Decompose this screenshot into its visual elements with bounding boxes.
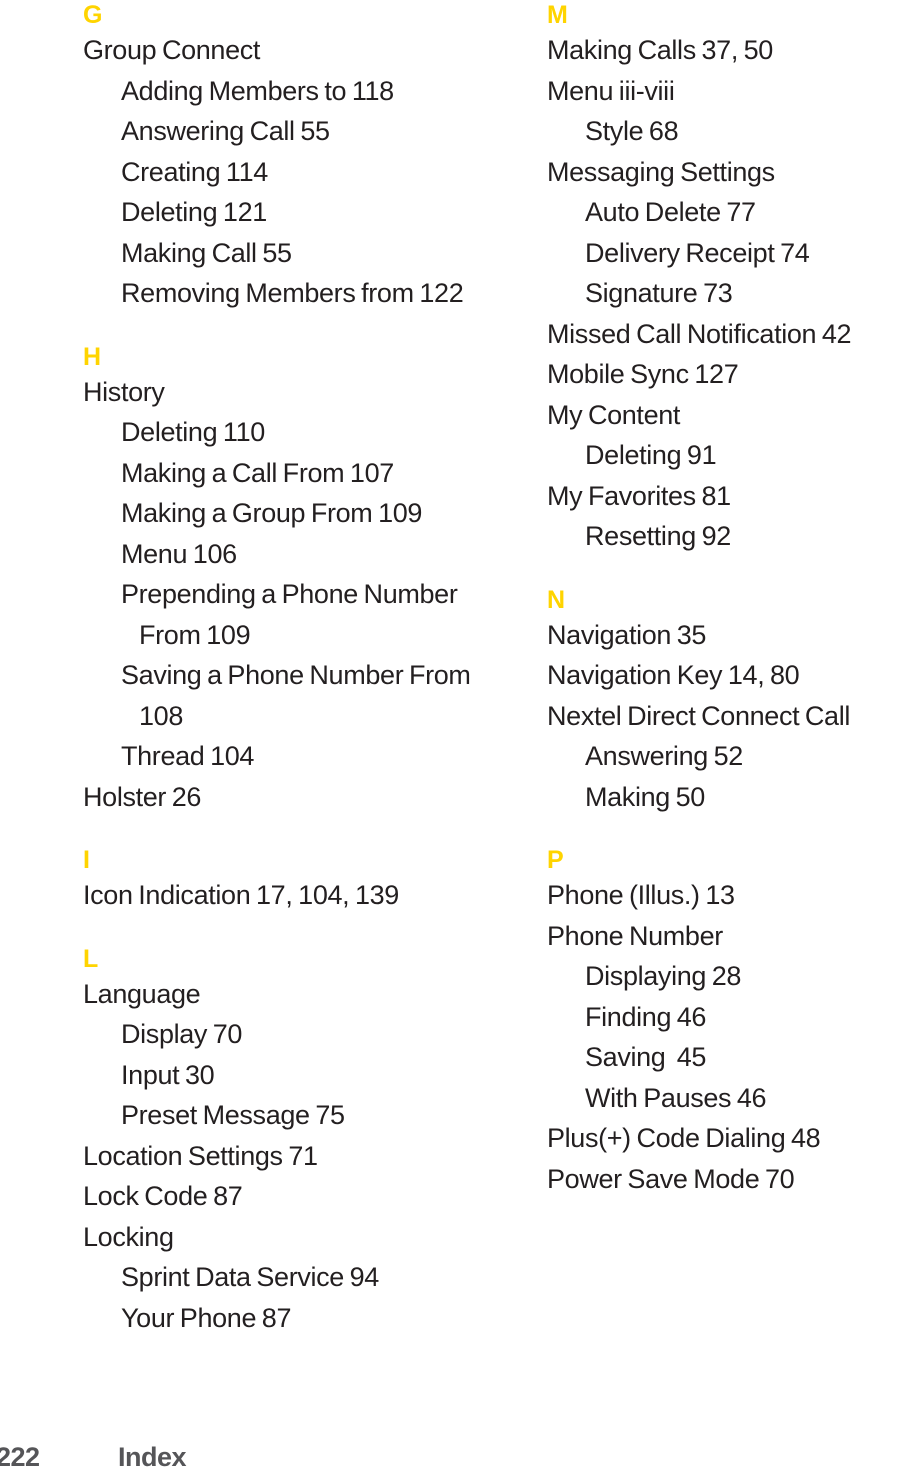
index-entry: Holster 26 <box>83 781 202 812</box>
index-entry: Language <box>83 978 201 1009</box>
section-letter-heading: I <box>83 846 91 874</box>
index-entry: Phone (Illus.) 13 <box>547 880 735 910</box>
index-entry: Lock Code 87 <box>83 1181 243 1211</box>
index-entry: Location Settings 71 <box>83 1140 318 1171</box>
index-subentry: Input 30 <box>121 1059 215 1090</box>
index-entry: Power Save Mode 70 <box>547 1163 795 1194</box>
section-letter-heading: G <box>83 1 103 29</box>
index-column-left: G Group Connect Adding Members to 118 Answe… <box>83 0 483 1338</box>
index-subentry: Saving a Phone Number From 108 <box>121 660 477 731</box>
index-subentry: Displaying 28 <box>585 961 742 991</box>
index-subentry: Answering Call 55 <box>121 116 330 146</box>
index-entry: My Favorites 81 <box>547 480 731 511</box>
index-subentry: With Pauses 46 <box>585 1082 767 1113</box>
index-subentry: Auto Delete 77 <box>585 197 756 227</box>
page-footer: 222 Index <box>0 1441 905 1476</box>
index-subentry: Thread 104 <box>121 741 255 771</box>
index-section-l: L Language Display 70 Input 30 Preset Messag… <box>83 944 483 1339</box>
index-subentry: Making a Call From 107 <box>121 457 394 488</box>
section-letter-heading: L <box>83 944 99 973</box>
index-section-n: N Navigation 35 Navigation Key 14, 80 Nexte… <box>547 585 905 818</box>
index-entry: Mobile Sync 127 <box>547 359 739 389</box>
index-subentry: Making a Group From 109 <box>121 498 423 528</box>
index-entry: Nextel Direct Connect Call <box>547 700 851 731</box>
index-subentry: Deleting 91 <box>585 440 717 470</box>
section-letter-heading: M <box>547 1 569 29</box>
index-subentry: Prepending a Phone Number From 109 <box>121 579 464 650</box>
index-column-right: M Making Calls 37, 50 Menu iii-viii Style 6… <box>547 0 905 1199</box>
index-entry: Locking <box>83 1221 174 1252</box>
index-subentry: Making 50 <box>585 781 705 812</box>
index-subentry: Creating 114 <box>121 156 268 187</box>
index-entry: Making Calls 37, 50 <box>547 35 773 65</box>
section-letter-heading: N <box>547 585 566 614</box>
index-section-p: P Phone (Illus.) 13 Phone Number Displaying… <box>547 845 905 1199</box>
index-subentry: Removing Members from 122 <box>121 278 464 308</box>
index-entry: My Content <box>547 399 681 430</box>
index-section-g: G Group Connect Adding Members to 118 Answe… <box>83 0 483 314</box>
index-subentry: Making Call 55 <box>121 237 292 268</box>
page-number: 222 <box>0 1442 40 1472</box>
index-subentry: Finding 46 <box>585 1001 707 1032</box>
index-subentry: Menu 106 <box>121 538 237 569</box>
index-page: G Group Connect Adding Members to 118 Answe… <box>0 0 905 1476</box>
index-subentry: Delivery Receipt 74 <box>585 237 810 268</box>
index-entry: Navigation Key 14, 80 <box>547 660 800 690</box>
index-entry: History <box>83 376 165 407</box>
index-subentry: Your Phone 87 <box>121 1302 292 1333</box>
index-subentry: Sprint Data Service 94 <box>121 1262 379 1292</box>
index-entry: Group Connect <box>83 35 261 65</box>
index-entry: Messaging Settings <box>547 156 775 187</box>
index-subentry: Answering 52 <box>585 741 743 771</box>
index-entry: Phone Number <box>547 920 723 951</box>
index-section-i: I Icon Indication 17, 104, 139 <box>83 845 483 916</box>
index-subentry: Preset Message 75 <box>121 1100 345 1130</box>
section-letter-heading: P <box>547 846 564 874</box>
footer-label: Index <box>118 1442 187 1472</box>
index-subentry: Deleting 110 <box>121 417 265 447</box>
index-subentry: Signature 73 <box>585 278 733 308</box>
index-section-m: M Making Calls 37, 50 Menu iii-viii Style 6… <box>547 0 905 557</box>
index-subentry: Display 70 <box>121 1019 243 1049</box>
index-subentry: Deleting 121 <box>121 197 267 227</box>
index-subentry: Style 68 <box>585 116 679 146</box>
index-entry: Plus(+) Code Dialing 48 <box>547 1123 821 1153</box>
index-subentry: Saving 45 <box>585 1042 707 1072</box>
section-letter-heading: H <box>83 342 102 371</box>
index-entry: Menu iii-viii <box>547 75 675 106</box>
index-section-h: H History Deleting 110 Making a Call From 1… <box>83 342 483 818</box>
index-entry: Icon Indication 17, 104, 139 <box>83 880 399 910</box>
index-subentry: Resetting 92 <box>585 521 731 551</box>
index-entry: Navigation 35 <box>547 619 707 650</box>
index-entry: Missed Call Notification 42 <box>547 318 852 349</box>
index-subentry: Adding Members to 118 <box>121 75 394 106</box>
